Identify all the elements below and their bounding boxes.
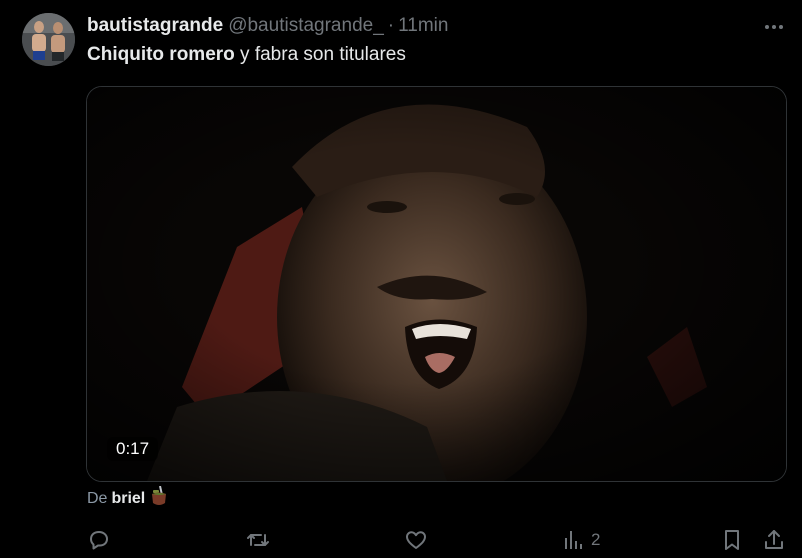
like-button[interactable] bbox=[404, 527, 428, 553]
video-player[interactable]: 0:17 bbox=[86, 86, 787, 482]
reply-icon bbox=[90, 531, 108, 550]
more-options-button[interactable] bbox=[760, 16, 788, 38]
tweet-text-bold: Chiquito romero bbox=[87, 44, 235, 65]
views-button[interactable]: 2 bbox=[563, 527, 600, 553]
more-icon bbox=[765, 25, 783, 29]
mate-icon bbox=[150, 485, 168, 511]
timestamp[interactable]: 11min bbox=[398, 15, 448, 37]
avatar[interactable] bbox=[22, 13, 75, 66]
attribution-user[interactable]: briel bbox=[111, 490, 145, 508]
views-icon bbox=[565, 531, 582, 549]
reply-button[interactable] bbox=[87, 527, 111, 553]
share-icon bbox=[765, 530, 783, 549]
bookmark-button[interactable] bbox=[720, 527, 744, 553]
separator-dot: · bbox=[387, 15, 395, 36]
retweet-button[interactable] bbox=[246, 527, 270, 553]
attribution: De briel bbox=[87, 485, 168, 511]
bookmark-icon bbox=[725, 530, 739, 550]
views-count: 2 bbox=[591, 530, 601, 549]
video-duration-badge: 0:17 bbox=[107, 437, 159, 461]
user-handle[interactable]: @bautistagrande_ bbox=[228, 15, 384, 37]
share-button[interactable] bbox=[762, 527, 786, 553]
tweet-text-rest: y fabra son titulares bbox=[234, 44, 406, 65]
retweet-icon bbox=[247, 534, 269, 546]
tweet-header: bautistagrande @bautistagrande_ · 11min bbox=[87, 14, 448, 38]
tweet-text: Chiquito romero y fabra son titulares bbox=[87, 44, 406, 66]
avatar-image bbox=[22, 13, 75, 66]
heart-icon bbox=[406, 531, 426, 549]
attribution-prefix: De bbox=[87, 489, 108, 507]
display-name[interactable]: bautistagrande bbox=[87, 15, 223, 37]
video-frame bbox=[87, 87, 786, 481]
